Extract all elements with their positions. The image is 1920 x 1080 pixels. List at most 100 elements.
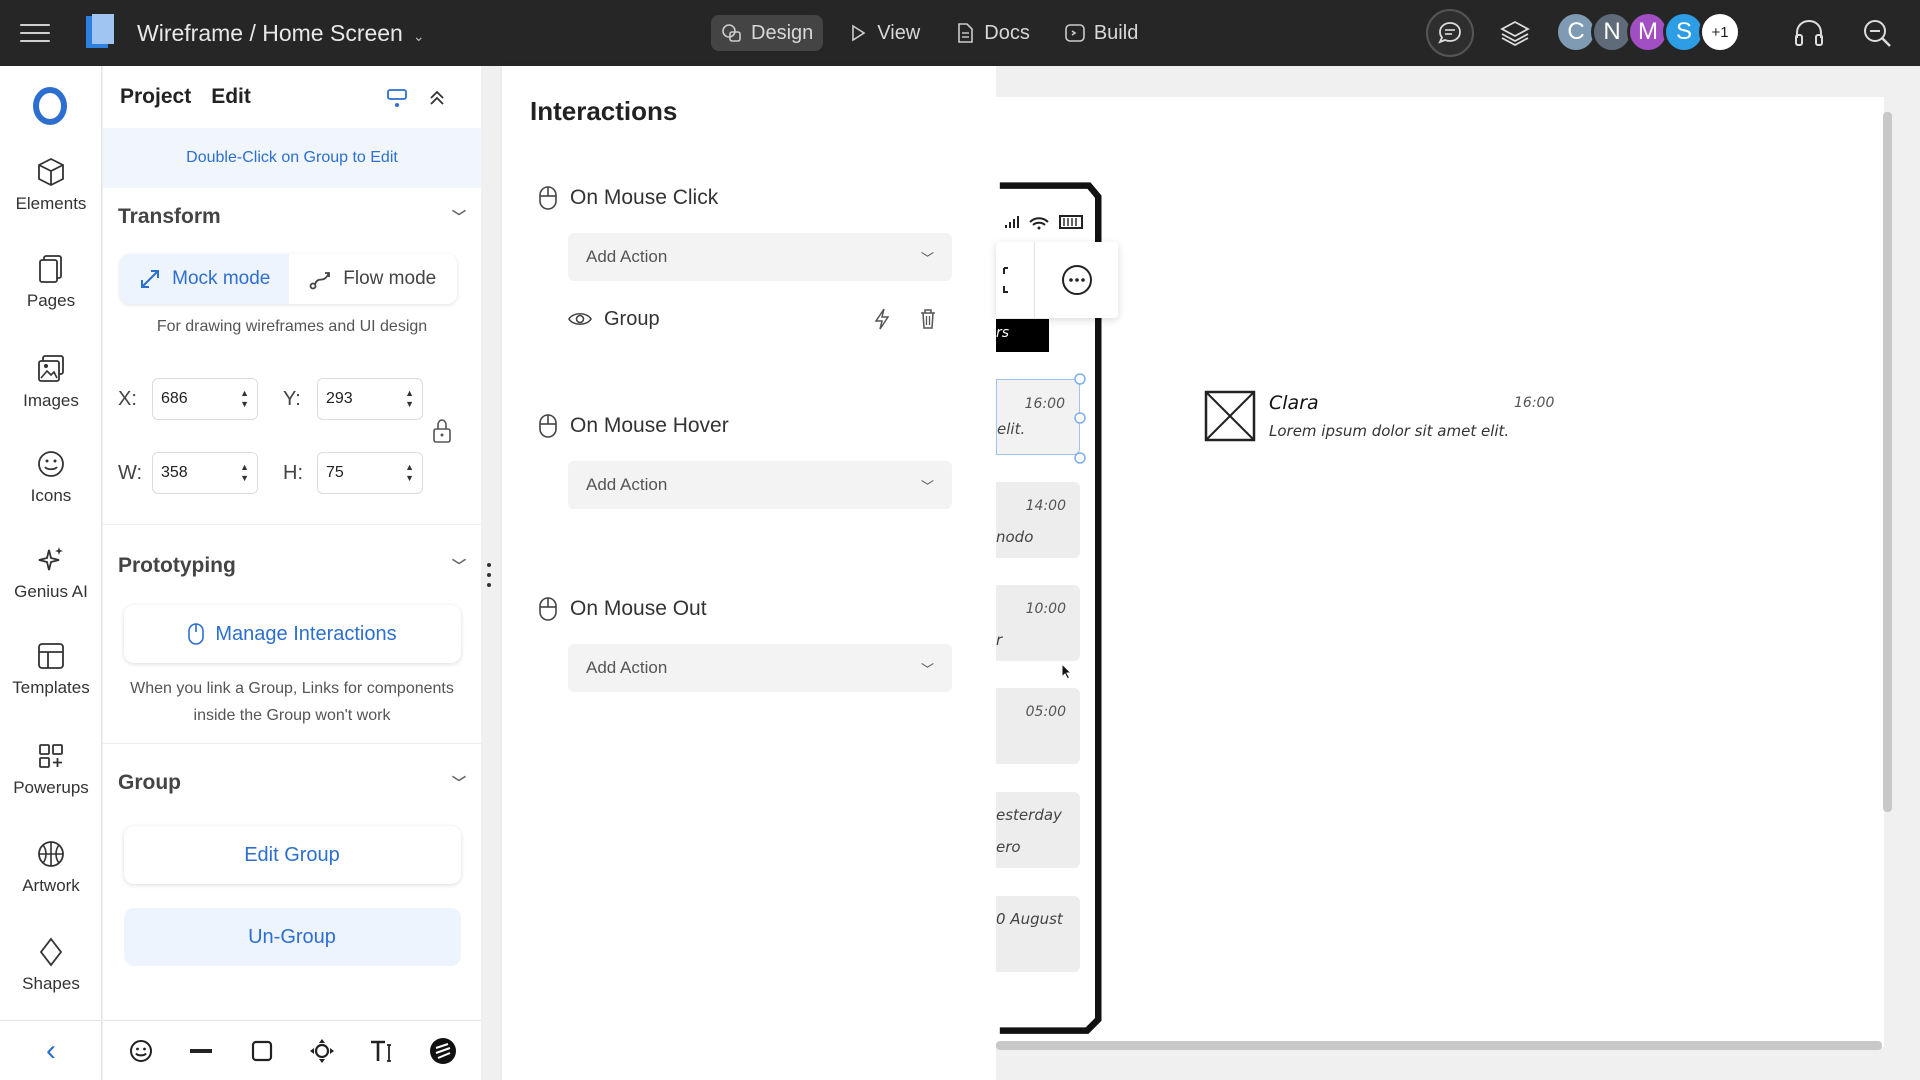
list-item[interactable]: 14:00 nodo <box>996 482 1080 558</box>
workspace-logo-icon[interactable] <box>32 86 68 126</box>
rail-artwork[interactable]: Artwork <box>0 838 102 896</box>
w-value: 358 <box>161 464 188 481</box>
horizontal-scrollbar[interactable] <box>996 1041 1882 1050</box>
section-title: Transform <box>118 205 221 228</box>
list-item-snippet: r <box>996 631 1003 649</box>
vertical-scrollbar[interactable] <box>1883 112 1892 812</box>
transform-section-header[interactable]: Transform ﹀ <box>103 188 481 246</box>
rail-genius-ai[interactable]: Genius AI <box>0 544 102 602</box>
list-item-snippet: 0 August <box>996 910 1063 928</box>
rail-images[interactable]: Images <box>0 353 102 411</box>
more-options-icon[interactable] <box>1060 263 1094 297</box>
document-icon <box>958 23 974 43</box>
more-options-icon[interactable] <box>486 563 492 587</box>
lock-aspect-icon[interactable] <box>430 418 454 444</box>
list-item[interactable]: 05:00 <box>996 688 1080 764</box>
templates-icon <box>38 643 64 669</box>
add-action-dropdown[interactable]: Add Action ﹀ <box>568 644 952 692</box>
trash-icon[interactable] <box>916 308 940 330</box>
w-field-row: W: 358 ▲ ▼ <box>118 452 258 494</box>
docs-mode-button[interactable]: Docs <box>944 15 1040 51</box>
rail-templates[interactable]: Templates <box>0 640 102 698</box>
top-bar: Wireframe / Home Screen ⌄ Design View Do… <box>0 0 1920 66</box>
tab-edit[interactable]: Edit <box>211 85 251 109</box>
chevron-down-icon: ﹀ <box>920 661 934 677</box>
support-button[interactable] <box>1790 14 1828 52</box>
selection-handles[interactable] <box>1073 372 1087 466</box>
view-mode-button[interactable]: View <box>837 15 930 51</box>
list-item[interactable]: esterday ero <box>996 792 1080 868</box>
rail-label: Genius AI <box>14 582 88 601</box>
chevron-down-icon: ﹀ <box>920 250 934 266</box>
lightning-icon[interactable] <box>870 308 894 330</box>
rail-icons[interactable]: Icons <box>0 448 102 506</box>
w-input[interactable]: 358 ▲ ▼ <box>152 452 258 494</box>
hamburger-menu-icon[interactable] <box>20 18 50 48</box>
pages-icon <box>39 255 62 283</box>
w-label: W: <box>118 461 143 484</box>
frame-icon[interactable] <box>1002 266 1016 294</box>
move-tool-icon[interactable] <box>308 1037 336 1065</box>
y-input[interactable]: 293 ▲ ▼ <box>317 378 423 420</box>
rail-powerups[interactable]: Powerups <box>0 740 102 798</box>
ungroup-button[interactable]: Un-Group <box>123 908 461 966</box>
play-icon <box>852 24 866 42</box>
chevron-down-icon: ﹀ <box>920 478 934 494</box>
mode-description: For drawing wireframes and UI design <box>156 318 428 335</box>
x-input[interactable]: 686 ▲ ▼ <box>152 378 258 420</box>
rectangle-tool-icon[interactable] <box>248 1037 276 1065</box>
group-section-header[interactable]: Group ﹀ <box>103 754 481 812</box>
sketch-style-icon[interactable] <box>429 1037 457 1065</box>
more-collaborators-badge[interactable]: +1 <box>1699 11 1741 53</box>
flow-mode-option[interactable]: Flow mode <box>289 254 458 304</box>
add-action-dropdown[interactable]: Add Action ﹀ <box>568 233 952 281</box>
stepper-icon[interactable]: ▲ ▼ <box>240 388 249 410</box>
rail-label: Artwork <box>22 876 80 895</box>
mock-mode-label: Mock mode <box>172 268 271 289</box>
stepper-icon[interactable]: ▲ ▼ <box>405 462 414 484</box>
group-action-row[interactable]: Group <box>568 302 952 336</box>
component-icon[interactable] <box>385 86 409 110</box>
y-field-row: Y: 293 ▲ ▼ <box>283 378 423 420</box>
h-input[interactable]: 75 ▲ ▼ <box>317 452 423 494</box>
manage-interactions-button[interactable]: Manage Interactions <box>123 605 461 663</box>
build-mode-button[interactable]: Build <box>1054 15 1148 51</box>
list-item[interactable]: 0 August <box>996 896 1080 972</box>
layers-button[interactable] <box>1496 14 1534 52</box>
add-action-dropdown[interactable]: Add Action ﹀ <box>568 461 952 509</box>
list-item[interactable]: 16:00 elit. <box>996 379 1080 455</box>
mouse-cursor-icon <box>1061 663 1073 680</box>
edit-group-button[interactable]: Edit Group <box>123 826 461 884</box>
chevron-down-icon: ﹀ <box>452 558 466 574</box>
app-logo-icon[interactable] <box>86 14 116 50</box>
rail-pages[interactable]: Pages <box>0 253 102 311</box>
rail-label: Templates <box>12 678 90 697</box>
text-tool-icon[interactable] <box>368 1037 396 1065</box>
project-title-dropdown[interactable]: Wireframe / Home Screen ⌄ <box>137 20 425 47</box>
rail-shapes[interactable]: Shapes <box>0 936 102 994</box>
drawing-mode-toggle: Mock mode Flow mode <box>120 254 457 304</box>
message-card[interactable]: Clara 16:00 Lorem ipsum dolor sit amet e… <box>1204 390 1574 446</box>
stepper-icon[interactable]: ▲ ▼ <box>405 388 414 410</box>
message-body: Lorem ipsum dolor sit amet elit. <box>1269 422 1510 440</box>
smiley-icon[interactable] <box>127 1037 155 1065</box>
chevron-left-icon: ‹ <box>46 1033 56 1067</box>
stepper-icon[interactable]: ▲ ▼ <box>240 462 249 484</box>
collapse-up-icon[interactable] <box>425 86 449 110</box>
collapse-rail-button[interactable]: ‹ <box>0 1020 102 1080</box>
rail-elements[interactable]: Elements <box>0 156 102 214</box>
zoom-button[interactable] <box>1858 14 1896 52</box>
left-rail: Elements Pages Images Icons Genius AI Te… <box>0 66 102 1080</box>
list-item[interactable]: 10:00 r <box>996 585 1080 661</box>
tab-project[interactable]: Project <box>120 85 191 109</box>
design-mode-button[interactable]: Design <box>711 15 824 51</box>
design-canvas[interactable]: rs <box>996 66 1920 1080</box>
add-action-placeholder: Add Action <box>586 658 668 677</box>
artboard[interactable] <box>996 97 1884 1047</box>
comments-button[interactable] <box>1426 9 1474 57</box>
mock-mode-option[interactable]: Mock mode <box>120 254 289 304</box>
collaborator-avatars[interactable]: C N M S +1 <box>1555 11 1741 53</box>
line-tool-icon[interactable] <box>187 1037 215 1065</box>
design-mode-label: Design <box>751 21 814 44</box>
prototyping-section-header[interactable]: Prototyping ﹀ <box>103 537 481 595</box>
